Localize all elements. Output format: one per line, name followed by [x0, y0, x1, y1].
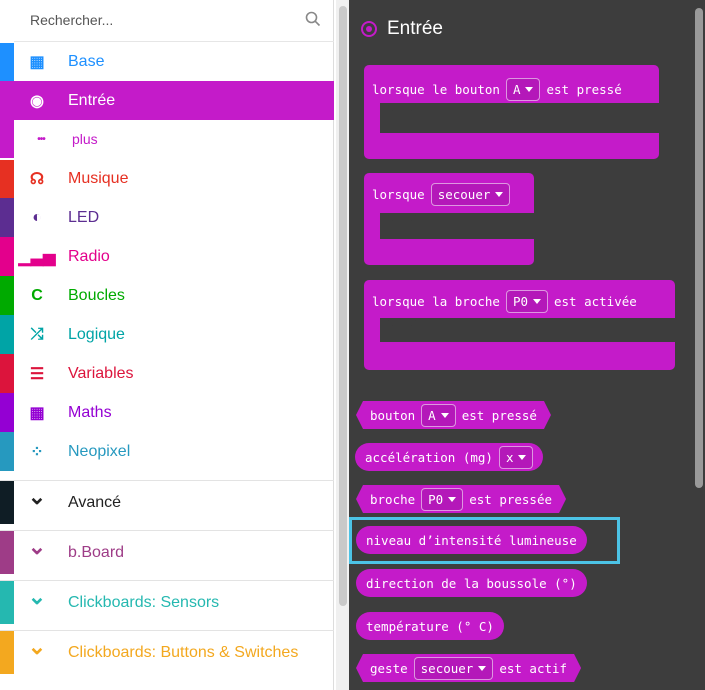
category-label: plus — [72, 131, 98, 147]
block-button-is-pressed[interactable]: bouton A est pressé — [356, 401, 551, 429]
category-b-board[interactable]: ⌄ b.Board — [0, 530, 334, 574]
signal-icon: ▁▃▅ — [18, 248, 56, 266]
category-avanc-[interactable]: ⌄ Avancé — [0, 480, 334, 524]
headphones-icon: ☊ — [29, 171, 45, 188]
category-label: Clickboards: Sensors — [68, 593, 220, 611]
flyout-title: Entrée — [387, 18, 443, 39]
target-icon — [361, 21, 377, 37]
category-variables[interactable]: ☰ Variables — [0, 354, 334, 393]
category-label: Radio — [68, 247, 110, 265]
block-is-gesture[interactable]: geste secouer est actif — [356, 654, 581, 682]
pin-dropdown[interactable]: P0 — [505, 289, 548, 313]
block-temperature[interactable]: température (° C) — [356, 612, 504, 640]
category-clickboards-sensors[interactable]: ⌄ Clickboards: Sensors — [0, 580, 334, 624]
block-pin-is-pressed[interactable]: broche P0 est pressée — [356, 485, 566, 513]
category-plus[interactable]: ••• plus — [0, 120, 334, 158]
chevron-down-icon: ⌄ — [27, 484, 47, 510]
toolbox-scrollbar[interactable] — [336, 0, 350, 690]
category-label: b.Board — [68, 543, 125, 561]
calculator-icon: ▦ — [29, 404, 45, 422]
caret-down-icon — [518, 454, 527, 460]
flyout-scrollbar[interactable] — [695, 8, 703, 488]
search-input[interactable]: Rechercher... — [30, 12, 113, 28]
block-compass-heading[interactable]: direction de la boussole (°) — [356, 569, 587, 597]
block-on-pin-pressed[interactable]: lorsque la broche P0 est activée — [364, 280, 675, 370]
category-entr-e[interactable]: ◉ Entrée — [0, 81, 334, 120]
block-text: est pressé — [546, 81, 622, 97]
gesture-dropdown[interactable]: secouer — [430, 182, 511, 206]
flyout-panel: Entrée lorsque le bouton A est pressé lo… — [349, 0, 705, 690]
category-label: Neopixel — [68, 442, 131, 460]
category-label: LED — [68, 208, 100, 226]
shuffle-icon: ⤮ — [30, 325, 44, 343]
button-dropdown[interactable]: A — [421, 404, 456, 427]
block-text: est activée — [554, 293, 637, 309]
flyout-header: Entrée — [361, 18, 443, 40]
search-icon[interactable] — [304, 10, 322, 28]
caret-down-icon — [525, 86, 534, 92]
dots-circle-icon: ⁘ — [30, 443, 44, 461]
target-icon: ◉ — [30, 92, 44, 110]
pin-dropdown[interactable]: P0 — [421, 488, 463, 511]
category-led[interactable]: ◐ LED — [0, 198, 334, 237]
category-base[interactable]: ▦ Base — [0, 43, 334, 81]
gesture-dropdown[interactable]: secouer — [414, 657, 494, 680]
more-icon: ••• — [37, 133, 46, 145]
category-label: Logique — [68, 325, 125, 343]
toggle-icon: ◐ — [32, 208, 42, 226]
block-text: lorsque le bouton — [372, 81, 500, 97]
category-label: Musique — [68, 170, 129, 187]
toolbox: Rechercher... ▦ Base ◉ Entrée ••• plus ☊ Musiqu… — [0, 0, 334, 690]
chevron-down-icon: ⌄ — [27, 634, 47, 660]
search-box[interactable]: Rechercher... — [14, 0, 334, 42]
category-label: Boucles — [68, 286, 125, 304]
loop-icon: C — [31, 286, 43, 304]
category-label: Maths — [68, 403, 112, 421]
block-text: lorsque — [372, 186, 425, 202]
axis-dropdown[interactable]: x — [498, 445, 534, 469]
caret-down-icon — [533, 298, 541, 304]
button-dropdown[interactable]: A — [505, 77, 541, 101]
category-label: Base — [68, 53, 105, 70]
caret-down-icon — [441, 413, 449, 418]
highlight-box — [349, 517, 620, 564]
caret-down-icon — [478, 666, 486, 671]
category-boucles[interactable]: C Boucles — [0, 276, 334, 315]
caret-down-icon — [448, 497, 456, 502]
category-label: Entrée — [68, 91, 116, 109]
caret-down-icon — [495, 191, 504, 197]
chevron-down-icon: ⌄ — [27, 584, 47, 610]
block-text: lorsque la broche — [372, 293, 500, 309]
chevron-down-icon: ⌄ — [27, 534, 47, 560]
category-radio[interactable]: ▁▃▅ Radio — [0, 237, 334, 276]
category-neopixel[interactable]: ⁘ Neopixel — [0, 432, 334, 471]
grid-icon: ▦ — [29, 54, 45, 71]
category-label: Clickboards: Buttons & Switches — [68, 643, 299, 661]
list-icon: ☰ — [29, 365, 45, 383]
block-acceleration[interactable]: accélération (mg) x — [355, 443, 544, 471]
category-clickboards-buttons-switches[interactable]: ⌄ Clickboards: Buttons & Switches — [0, 630, 334, 674]
block-on-button-pressed[interactable]: lorsque le bouton A est pressé — [364, 65, 659, 159]
block-on-gesture[interactable]: lorsque secouer — [364, 173, 534, 265]
category-musique[interactable]: ☊ Musique — [0, 160, 334, 198]
category-maths[interactable]: ▦ Maths — [0, 393, 334, 432]
category-label: Variables — [68, 364, 134, 382]
category-label: Avancé — [68, 493, 122, 511]
category-logique[interactable]: ⤮ Logique — [0, 315, 334, 354]
